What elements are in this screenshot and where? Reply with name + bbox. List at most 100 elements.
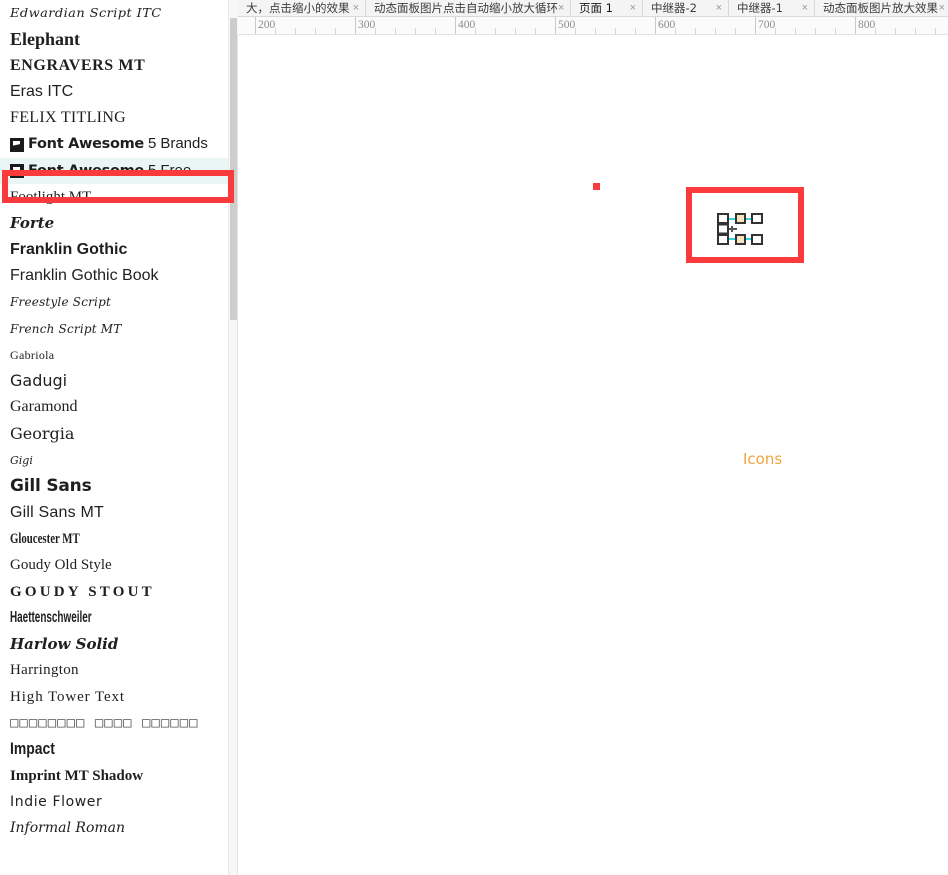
ruler-label: 800 (858, 19, 876, 31)
font-list-item[interactable]: Impact (0, 736, 228, 762)
ruler-minor-tick (535, 28, 536, 34)
ruler-minor-tick (715, 28, 716, 34)
font-list-item[interactable]: Informal Roman (0, 815, 228, 841)
font-list-item[interactable]: Freestyle Script (0, 289, 228, 315)
font-list-item-label: Franklin Gothic (10, 240, 128, 258)
page-tab[interactable]: 大，点击缩小的效果 × (238, 0, 366, 16)
font-list-item[interactable]: Imprint MT Shadow (0, 763, 228, 789)
font-list-item-label: Gill Sans (10, 476, 92, 497)
ruler-minor-tick (335, 28, 336, 34)
font-list-scrollbar-thumb[interactable] (230, 18, 237, 320)
horizontal-ruler: 200 300 400 500 600 700 800 (238, 17, 948, 35)
ruler-label: 500 (558, 19, 576, 31)
font-list-item[interactable]: Goudy Old Style (0, 552, 228, 578)
font-list-item[interactable]: Indie Flower (0, 789, 228, 815)
page-tab[interactable]: 动态面板图片点击自动缩小放大循环 × (366, 0, 571, 16)
font-list-item[interactable]: Forte (0, 210, 228, 236)
font-list-item-label: Edwardian Script ITC (10, 6, 162, 21)
flag-icon (10, 163, 24, 178)
font-list-item[interactable]: Harrington (0, 657, 228, 683)
ruler-label: 600 (658, 19, 676, 31)
font-list-item[interactable]: Gabriola (0, 342, 228, 368)
ruler-minor-tick (815, 28, 816, 34)
ruler-minor-tick (495, 28, 496, 34)
flag-icon (10, 137, 24, 152)
font-list-item-label: Forte (10, 214, 55, 233)
ruler-minor-tick (635, 28, 636, 34)
font-list-item-version: 5 (147, 135, 157, 153)
font-list-item[interactable]: Garamond (0, 394, 228, 420)
font-family-list-panel[interactable]: Edwardian Script ITC Elephant ENGRAVERS MT… (0, 0, 228, 875)
font-list-item-label: Elephant (10, 29, 81, 50)
font-list-item-label: Harrington (10, 662, 79, 679)
font-list-item[interactable]: Gadugi (0, 368, 228, 394)
font-list-item-label: Gloucester MT (10, 530, 80, 547)
page-tab-label: 页面 1 (579, 1, 613, 15)
close-icon[interactable]: × (939, 2, 945, 14)
close-icon[interactable]: × (802, 2, 808, 14)
font-list-item-label: Imprint MT Shadow (10, 767, 144, 784)
font-list-item-label: Gill Sans MT (10, 503, 104, 521)
page-tab[interactable]: 中继器-1 × (729, 0, 815, 16)
close-icon[interactable]: × (353, 2, 359, 14)
ruler-minor-tick (915, 28, 916, 34)
font-list-item[interactable]: Gigi (0, 447, 228, 473)
ruler-minor-tick (795, 28, 796, 34)
font-list-item[interactable]: Franklin Gothic Book (0, 263, 228, 289)
font-list-item[interactable]: Font Awesome 5 Brands (0, 131, 228, 157)
page-tab-label: 中继器-2 (651, 1, 697, 15)
font-list-item[interactable]: Gill Sans MT (0, 500, 228, 526)
font-list-item[interactable]: Harlow Solid (0, 631, 228, 657)
font-list-item-label: Font Awesome (28, 136, 144, 153)
design-canvas[interactable]: Icons (238, 35, 948, 875)
font-list-item-label: Impact (10, 739, 55, 759)
ruler-label: 700 (758, 19, 776, 31)
page-tab[interactable]: 中继器-2 × (643, 0, 729, 16)
font-list-item-version: 5 (147, 161, 157, 179)
close-icon[interactable]: × (630, 2, 636, 14)
font-list-item[interactable]: □□□□□□□□ □□□□ □□□□□□ (0, 710, 228, 736)
font-family-list[interactable]: Edwardian Script ITC Elephant ENGRAVERS MT… (0, 0, 228, 842)
close-icon[interactable]: × (716, 2, 722, 14)
font-list-item-label: Harlow Solid (10, 635, 119, 654)
font-list-item[interactable]: Franklin Gothic (0, 237, 228, 263)
ruler-minor-tick (315, 28, 316, 34)
font-list-item[interactable]: Elephant (0, 26, 228, 52)
font-list-item-label: Georgia (10, 423, 75, 443)
ruler-minor-tick (895, 28, 896, 34)
font-list-item[interactable]: Footlight MT (0, 184, 228, 210)
ruler-minor-tick (395, 28, 396, 34)
font-list-item-label: Informal Roman (10, 820, 126, 837)
ruler-label: 300 (358, 19, 376, 31)
font-list-item[interactable]: ENGRAVERS MT (0, 53, 228, 79)
font-list-item[interactable]: French Script MT (0, 316, 228, 342)
red-square-marker (593, 183, 600, 190)
font-list-item[interactable]: Gill Sans (0, 473, 228, 499)
page-tab[interactable]: 页面 1 × (571, 0, 643, 16)
font-list-item[interactable]: Georgia (0, 421, 228, 447)
ruler-minor-tick (615, 28, 616, 34)
font-list-item-label: Haettenschweiler (10, 608, 92, 626)
font-list-item[interactable]: Eras ITC (0, 79, 228, 105)
ruler-label: 200 (258, 19, 276, 31)
ruler-minor-tick (435, 28, 436, 34)
ruler-label: 400 (458, 19, 476, 31)
close-icon[interactable]: × (558, 2, 564, 14)
font-list-item-label: Gadugi (10, 371, 68, 391)
font-list-item[interactable]: FELIX TITLING (0, 105, 228, 131)
font-list-item[interactable]: Gloucester MT (0, 526, 228, 552)
font-list-item-label: ENGRAVERS MT (10, 56, 146, 74)
page-tab-bar[interactable]: 大，点击缩小的效果 × 动态面板图片点击自动缩小放大循环 × 页面 1 × 中继器-2 × 中继… (238, 0, 948, 17)
font-list-item[interactable]: High Tower Text (0, 684, 228, 710)
font-list-item-suffix: Free (160, 161, 192, 179)
sitemap-icon[interactable] (715, 213, 765, 246)
page-tab[interactable]: 动态面板图片放大效果 × (815, 0, 948, 16)
font-list-item[interactable]: Haettenschweiler (0, 605, 228, 631)
ruler-minor-tick (595, 28, 596, 34)
page-tab-label: 动态面板图片点击自动缩小放大循环 (374, 1, 558, 15)
font-list-item[interactable]: Font Awesome 5 Free (0, 157, 228, 185)
font-list-item[interactable]: Edwardian Script ITC (0, 0, 228, 26)
ruler-minor-tick (695, 28, 696, 34)
font-list-item[interactable]: GOUDY STOUT (0, 579, 228, 605)
icons-text-label[interactable]: Icons (743, 450, 782, 468)
